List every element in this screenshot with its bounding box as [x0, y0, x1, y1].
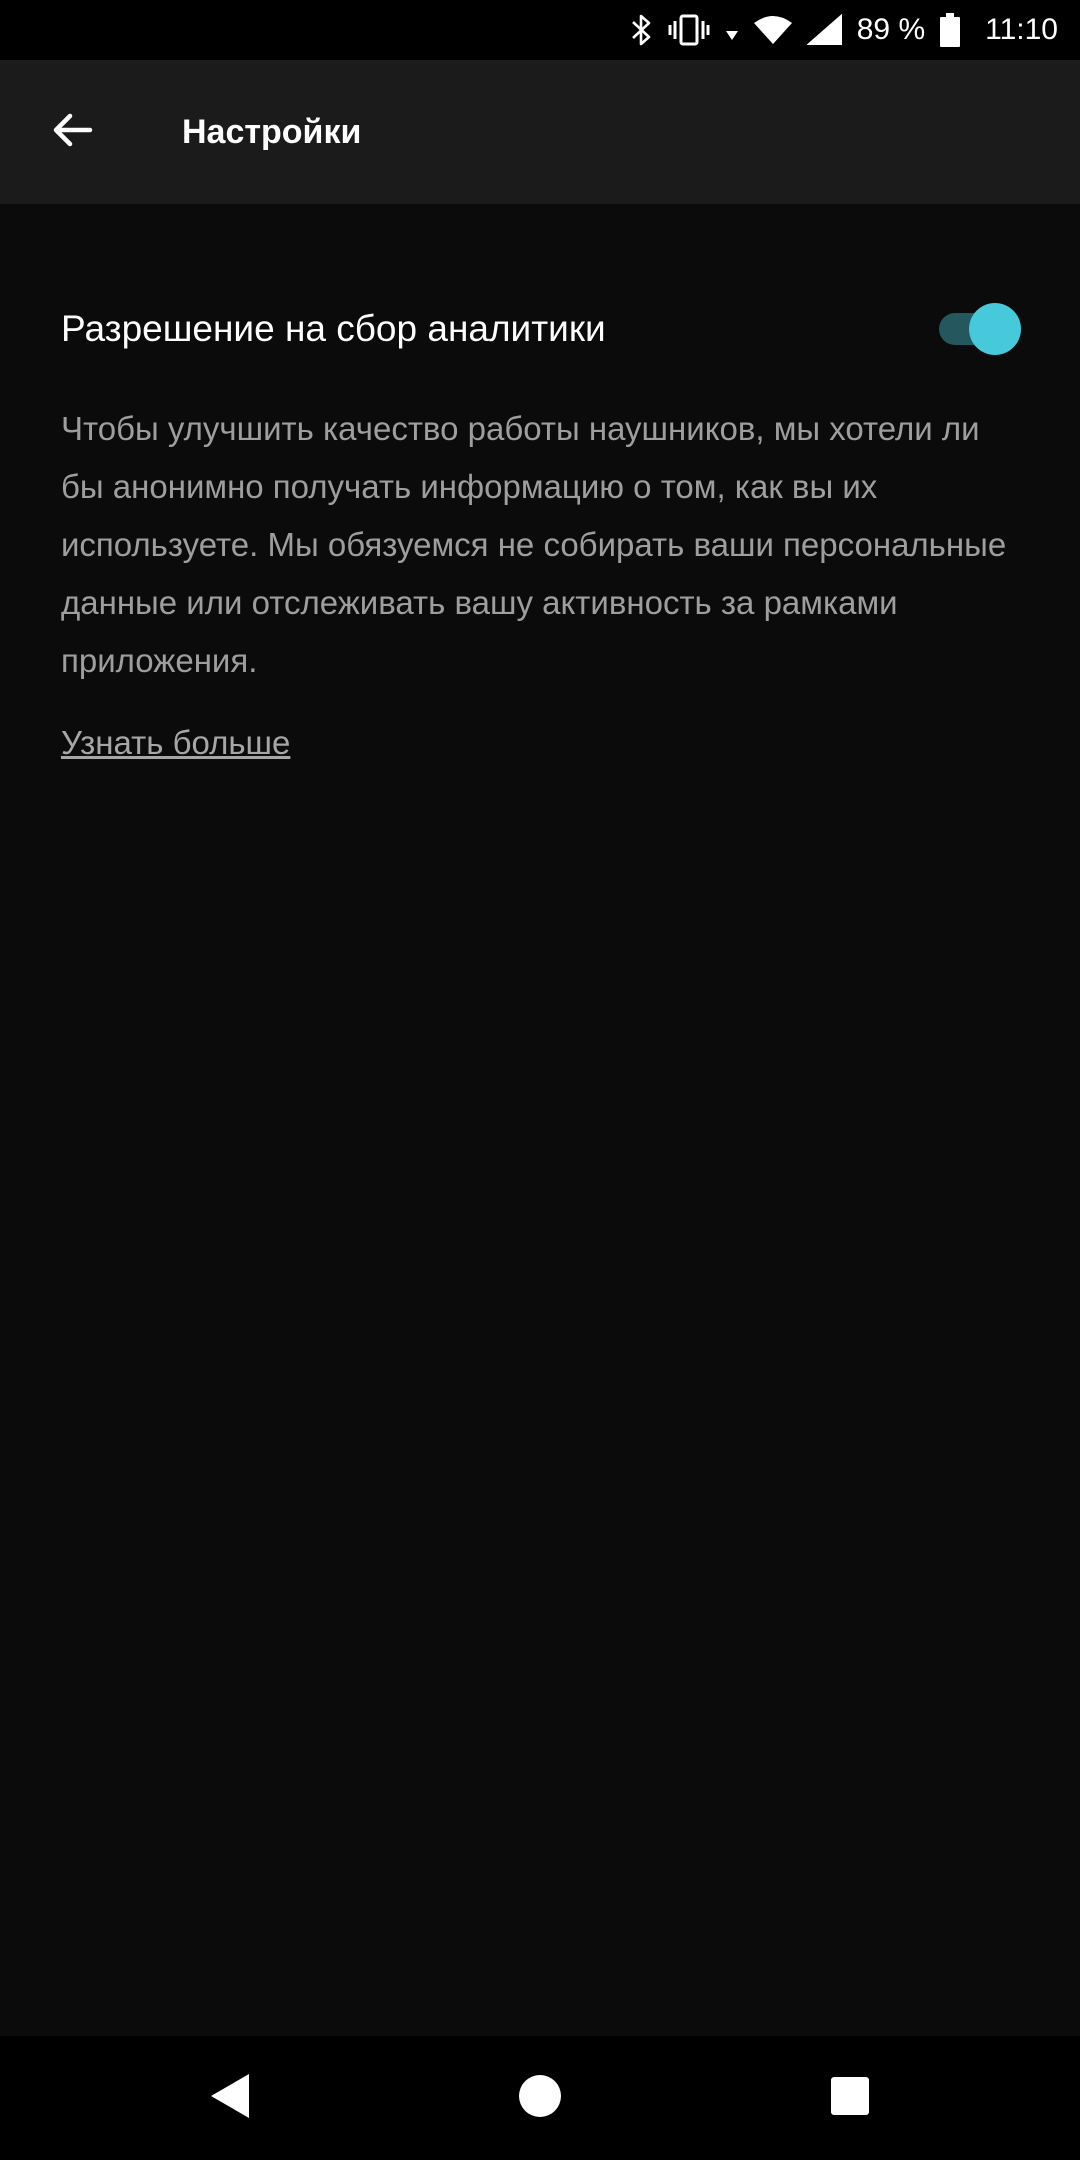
back-button[interactable] — [0, 60, 144, 204]
page-title: Настройки — [182, 112, 362, 151]
settings-content: Разрешение на сбор аналитики Чтобы улучш… — [0, 204, 1080, 2036]
app-bar: Настройки — [0, 60, 1080, 204]
navigation-bar — [0, 2036, 1080, 2160]
signal-icon — [806, 13, 843, 47]
nav-home-button[interactable] — [490, 2048, 590, 2148]
nav-recents-button[interactable] — [800, 2048, 900, 2148]
clock: 11:10 — [985, 13, 1058, 46]
vibrate-icon — [667, 13, 711, 47]
nav-back-icon — [205, 2071, 255, 2126]
bluetooth-icon — [629, 13, 653, 47]
analytics-toggle[interactable] — [935, 303, 1021, 355]
wifi-icon — [753, 13, 793, 47]
nav-recents-icon — [830, 2076, 870, 2121]
status-bar: 89 % 11:10 — [0, 0, 1080, 60]
nav-home-icon — [518, 2074, 562, 2123]
data-arrow-icon — [725, 13, 739, 47]
analytics-setting-row[interactable]: Разрешение на сбор аналитики — [61, 294, 1021, 364]
learn-more-link[interactable]: Узнать больше — [61, 724, 290, 762]
toggle-thumb — [969, 303, 1021, 355]
analytics-description: Чтобы улучшить качество работы наушников… — [61, 410, 1007, 679]
nav-back-button[interactable] — [180, 2048, 280, 2148]
battery-percentage: 89 % — [856, 13, 926, 46]
battery-icon — [939, 12, 961, 48]
arrow-left-icon — [48, 106, 96, 159]
analytics-setting-title: Разрешение на сбор аналитики — [61, 308, 606, 349]
